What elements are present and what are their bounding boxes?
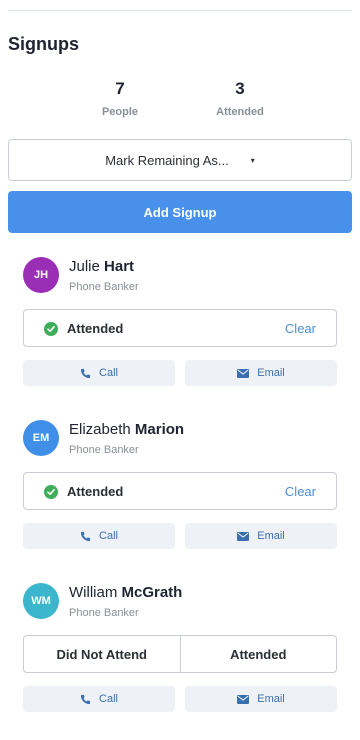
last-name: McGrath [121, 584, 183, 601]
call-button[interactable]: Call [23, 686, 175, 712]
last-name: Marion [134, 421, 185, 438]
person-role: Phone Banker [69, 444, 139, 456]
first-name: William [69, 584, 118, 601]
check-circle-icon [44, 485, 58, 499]
call-label: Call [99, 693, 118, 705]
phone-icon [80, 694, 91, 705]
signup-card: WM William McGrath Phone Banker Did Not … [0, 575, 360, 725]
stat-people-label: People [101, 106, 139, 118]
first-name: Julie [69, 258, 100, 275]
envelope-icon [237, 694, 250, 704]
avatar: EM [23, 420, 59, 456]
stats-summary: 7 People 3 Attended [0, 78, 360, 128]
call-label: Call [99, 530, 118, 542]
call-button[interactable]: Call [23, 523, 175, 549]
person-role: Phone Banker [69, 607, 139, 619]
attendance-choice: Did Not Attend Attended [23, 635, 337, 673]
check-circle-icon [44, 322, 58, 336]
attendance-status: Attended Clear [23, 472, 337, 510]
stat-attended-label: Attended [216, 106, 264, 118]
phone-icon [80, 531, 91, 542]
person-role: Phone Banker [69, 281, 139, 293]
did-not-attend-button[interactable]: Did Not Attend [24, 636, 180, 672]
email-label: Email [257, 530, 285, 542]
person-name: Julie Hart [69, 258, 134, 275]
email-button[interactable]: Email [185, 686, 337, 712]
envelope-icon [237, 531, 250, 541]
email-button[interactable]: Email [185, 523, 337, 549]
call-button[interactable]: Call [23, 360, 175, 386]
call-label: Call [99, 367, 118, 379]
attended-button[interactable]: Attended [179, 636, 337, 672]
person-name: William McGrath [69, 584, 182, 601]
add-signup-button[interactable]: Add Signup [8, 191, 352, 233]
last-name: Hart [104, 258, 135, 275]
stat-people: 7 People [75, 78, 165, 118]
phone-icon [80, 368, 91, 379]
attendance-status: Attended Clear [23, 309, 337, 347]
clear-status-link[interactable]: Clear [285, 321, 316, 336]
attendance-status-label: Attended [67, 484, 124, 499]
clear-status-link[interactable]: Clear [285, 484, 316, 499]
mark-remaining-select[interactable]: Mark Remaining As... ▾ [8, 139, 352, 181]
person-name: Elizabeth Marion [69, 421, 184, 438]
signup-card: EM Elizabeth Marion Phone Banker Attende… [0, 412, 360, 562]
email-label: Email [257, 367, 285, 379]
top-divider [8, 10, 352, 11]
stat-attended: 3 Attended [195, 78, 285, 118]
first-name: Elizabeth [69, 421, 131, 438]
stat-attended-count: 3 [235, 79, 245, 98]
page-title: Signups [8, 34, 79, 54]
attendance-status-label: Attended [67, 321, 124, 336]
avatar: JH [23, 257, 59, 293]
envelope-icon [237, 368, 250, 378]
avatar: WM [23, 583, 59, 619]
email-button[interactable]: Email [185, 360, 337, 386]
stat-people-count: 7 [115, 79, 125, 98]
caret-down-icon: ▾ [250, 155, 255, 165]
mark-remaining-label: Mark Remaining As... [105, 152, 229, 168]
signup-card: JH Julie Hart Phone Banker Attended Clea… [0, 249, 360, 399]
email-label: Email [257, 693, 285, 705]
